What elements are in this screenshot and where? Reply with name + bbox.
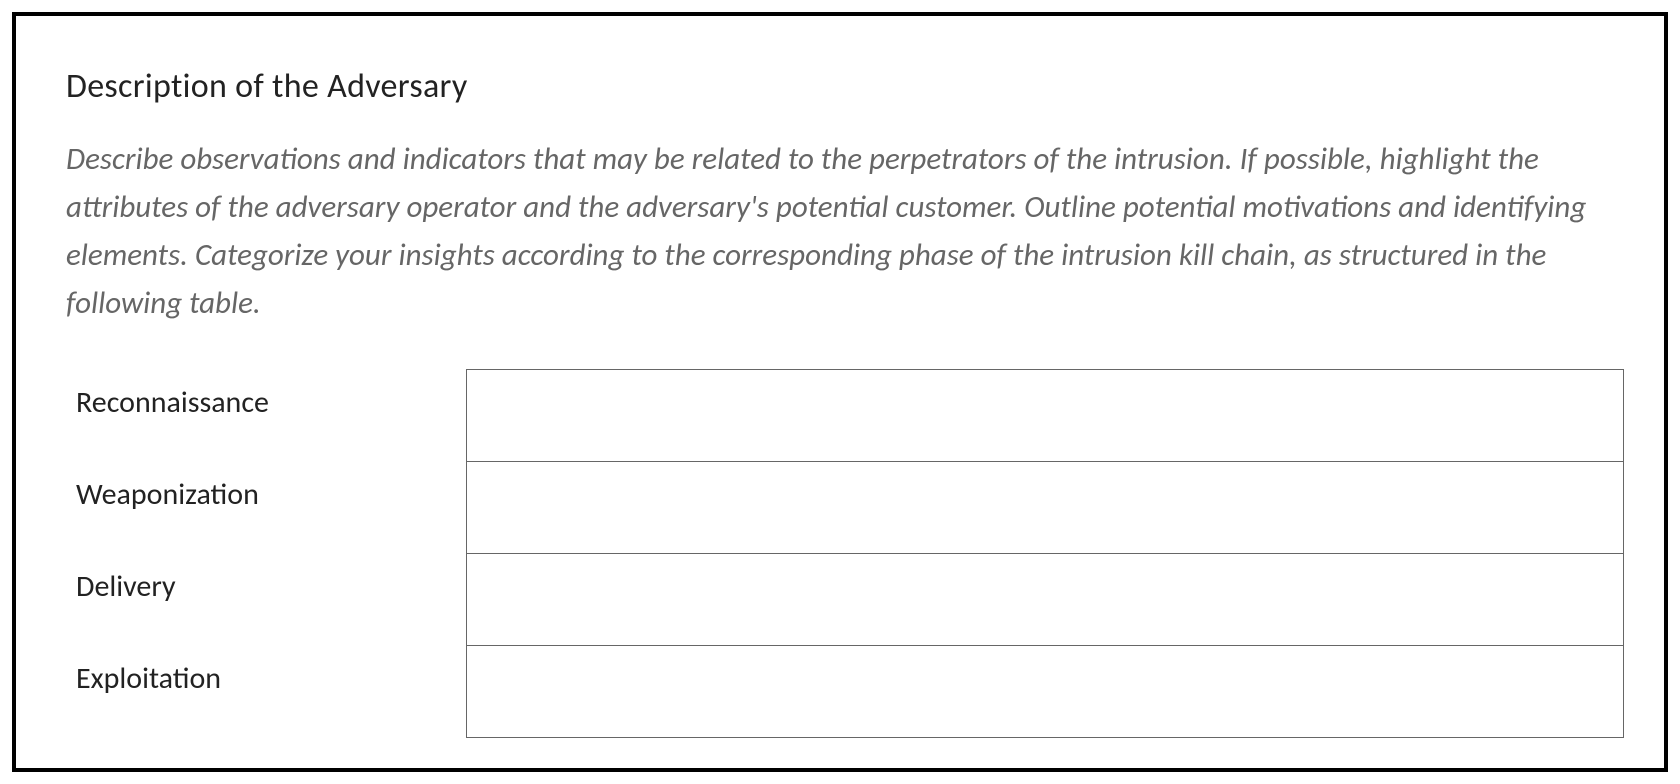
kill-chain-table: Reconnaissance Weaponization Delivery Ex…: [66, 369, 1624, 738]
row-input-cell: [466, 554, 1624, 646]
delivery-input[interactable]: [467, 554, 1624, 644]
weaponization-input[interactable]: [467, 462, 1624, 552]
row-label-delivery: Delivery: [66, 554, 466, 646]
row-label-exploitation: Exploitation: [66, 646, 466, 738]
table-row: Reconnaissance: [66, 370, 1624, 462]
exploitation-input[interactable]: [467, 646, 1624, 736]
row-input-cell: [466, 462, 1624, 554]
row-label-weaponization: Weaponization: [66, 462, 466, 554]
table-row: Delivery: [66, 554, 1624, 646]
row-input-cell: [466, 370, 1624, 462]
section-title: Description of the Adversary: [66, 66, 1624, 107]
row-input-cell: [466, 646, 1624, 738]
table-row: Weaponization: [66, 462, 1624, 554]
reconnaissance-input[interactable]: [467, 370, 1624, 460]
section-description: Describe observations and indicators tha…: [66, 135, 1624, 327]
document-page: Description of the Adversary Describe ob…: [12, 12, 1668, 772]
table-row: Exploitation: [66, 646, 1624, 738]
row-label-reconnaissance: Reconnaissance: [66, 370, 466, 462]
